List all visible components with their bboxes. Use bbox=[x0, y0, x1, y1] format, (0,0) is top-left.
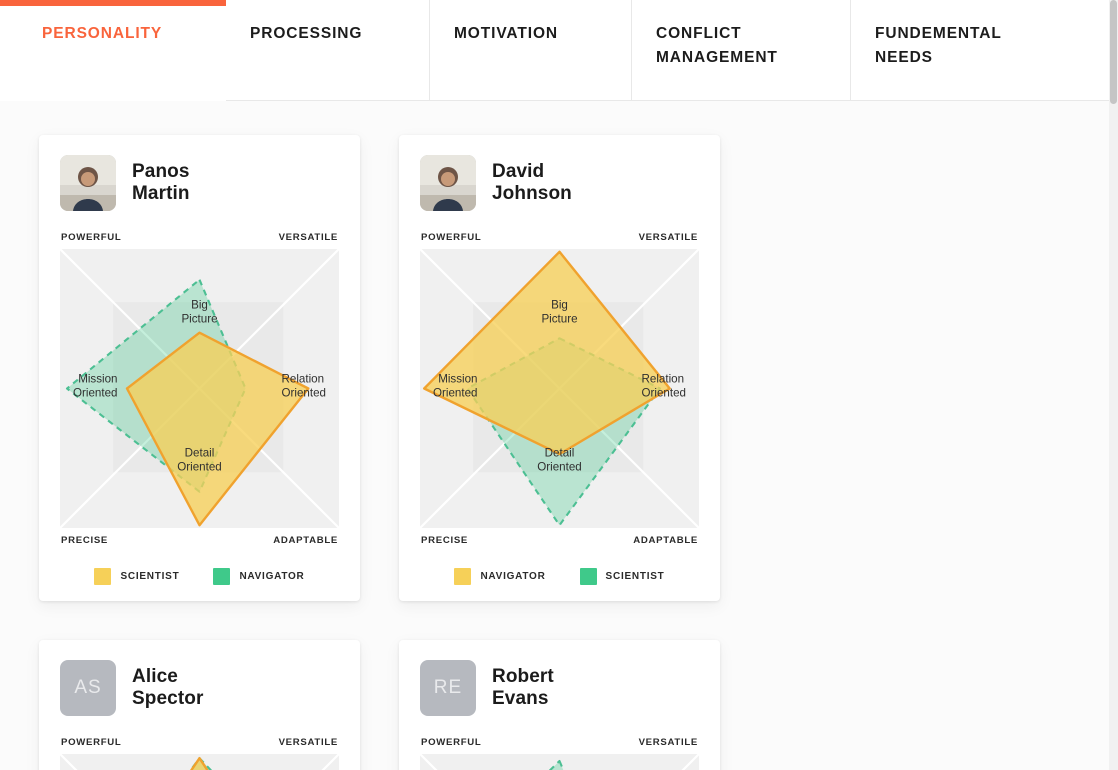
person-card-grid: Panos Martin POWERFUL VERSATILE Big Picture R… bbox=[0, 101, 1118, 770]
tab-processing[interactable]: PROCESSING bbox=[226, 0, 430, 101]
radar-chart: BigPictureRelationOrientedDetailOriented… bbox=[420, 754, 699, 770]
corner-label-powerful: POWERFUL bbox=[61, 232, 122, 243]
corner-label-adaptable: ADAPTABLE bbox=[633, 535, 698, 546]
chart-wrapper: POWERFUL VERSATILE BigPictureRelationOrien… bbox=[60, 737, 339, 770]
chart-corner-labels-bottom: PRECISE ADAPTABLE bbox=[60, 535, 339, 546]
person-card[interactable]: RE Robert Evans POWERFUL VERSATILE BigPictur… bbox=[399, 640, 720, 770]
avatar bbox=[420, 155, 476, 211]
avatar-photo bbox=[60, 155, 116, 211]
chart-corner-labels-top: POWERFUL VERSATILE bbox=[420, 737, 699, 748]
radar-axis-label-relation-oriented: Relation Oriented bbox=[282, 373, 326, 400]
tab-processing-label: PROCESSING bbox=[250, 25, 363, 42]
avatar-initials: AS bbox=[74, 677, 102, 698]
corner-label-powerful: POWERFUL bbox=[421, 737, 482, 748]
legend-swatch bbox=[213, 568, 231, 585]
chart-legend: SCIENTIST NAVIGATOR bbox=[60, 564, 339, 585]
corner-label-precise: PRECISE bbox=[421, 535, 469, 546]
chart-corner-labels-top: POWERFUL VERSATILE bbox=[60, 232, 339, 243]
radar-chart: BigPictureRelationOrientedDetailOriented… bbox=[60, 249, 339, 528]
radar-chart: BigPictureRelationOrientedDetailOriented… bbox=[60, 754, 339, 770]
tab-motivation[interactable]: MOTIVATION bbox=[430, 0, 632, 101]
chart-corner-labels-bottom: PRECISE ADAPTABLE bbox=[420, 535, 699, 546]
chart-corner-labels-top: POWERFUL VERSATILE bbox=[60, 737, 339, 748]
chart-wrapper: POWERFUL VERSATILE BigPictureRelationOrien… bbox=[420, 737, 699, 770]
tab-personality-label: PERSONALITY bbox=[42, 25, 163, 42]
legend-label: SCIENTIST bbox=[120, 571, 180, 582]
tab-conflict-management-label: CONFLICT MANAGEMENT bbox=[656, 25, 778, 67]
person-name: Panos Martin bbox=[132, 160, 190, 204]
legend-label: NAVIGATOR bbox=[239, 571, 305, 582]
corner-label-versatile: VERSATILE bbox=[278, 232, 338, 243]
tab-personality[interactable]: PERSONALITY bbox=[0, 0, 226, 101]
legend-item[interactable]: NAVIGATOR bbox=[454, 568, 545, 585]
avatar bbox=[60, 155, 116, 211]
legend-label: SCIENTIST bbox=[605, 571, 665, 582]
card-header: Panos Martin bbox=[60, 155, 339, 211]
page-scrollbar-thumb[interactable] bbox=[1110, 0, 1117, 104]
card-header: AS Alice Spector bbox=[60, 660, 339, 716]
tab-fundemental-needs-label: FUNDEMENTAL NEEDS bbox=[875, 25, 1002, 67]
person-card[interactable]: AS Alice Spector POWERFUL VERSATILE BigPictu… bbox=[39, 640, 360, 770]
chart-legend: NAVIGATOR SCIENTIST bbox=[420, 564, 699, 585]
card-header: David Johnson bbox=[420, 155, 699, 211]
tab-motivation-label: MOTIVATION bbox=[454, 25, 558, 42]
chart-corner-labels-top: POWERFUL VERSATILE bbox=[420, 232, 699, 243]
legend-swatch bbox=[579, 568, 597, 585]
corner-label-versatile: VERSATILE bbox=[638, 737, 698, 748]
corner-label-precise: PRECISE bbox=[61, 535, 109, 546]
person-name: Alice Spector bbox=[132, 665, 204, 709]
corner-label-versatile: VERSATILE bbox=[278, 737, 338, 748]
corner-label-adaptable: ADAPTABLE bbox=[273, 535, 338, 546]
card-header: RE Robert Evans bbox=[420, 660, 699, 716]
legend-item[interactable]: SCIENTIST bbox=[94, 568, 179, 585]
tab-conflict-management[interactable]: CONFLICT MANAGEMENT bbox=[632, 0, 851, 101]
legend-item[interactable]: SCIENTIST bbox=[579, 568, 665, 585]
radar-axis-label-mission-oriented: Mission Oriented bbox=[433, 373, 477, 400]
person-card[interactable]: Panos Martin POWERFUL VERSATILE Big Picture R… bbox=[39, 135, 360, 601]
legend-item[interactable]: NAVIGATOR bbox=[213, 568, 304, 585]
tab-fundemental-needs[interactable]: FUNDEMENTAL NEEDS bbox=[851, 0, 1118, 101]
legend-swatch bbox=[454, 568, 472, 585]
radar-axis-label-mission-oriented: Mission Oriented bbox=[73, 373, 117, 400]
radar-axis-label-relation-oriented: Relation Oriented bbox=[642, 373, 686, 400]
avatar: RE bbox=[420, 660, 476, 716]
corner-label-versatile: VERSATILE bbox=[638, 232, 698, 243]
legend-label: NAVIGATOR bbox=[480, 571, 546, 582]
tab-bar: PERSONALITY PROCESSING MOTIVATION CONFLI… bbox=[0, 0, 1118, 101]
legend-swatch bbox=[94, 568, 112, 585]
radar-chart: BigPictureRelationOrientedDetailOriented… bbox=[420, 249, 699, 528]
chart-wrapper: POWERFUL VERSATILE BigPictureRelationOrien… bbox=[60, 232, 339, 546]
avatar: AS bbox=[60, 660, 116, 716]
corner-label-powerful: POWERFUL bbox=[61, 737, 122, 748]
avatar-photo bbox=[420, 155, 476, 211]
page-scrollbar-track[interactable] bbox=[1109, 0, 1118, 770]
person-card[interactable]: David Johnson POWERFUL VERSATILE Big Picture… bbox=[399, 135, 720, 601]
corner-label-powerful: POWERFUL bbox=[421, 232, 482, 243]
avatar-initials: RE bbox=[433, 677, 463, 698]
person-name: Robert Evans bbox=[492, 665, 554, 709]
chart-wrapper: POWERFUL VERSATILE BigPictureRelationOrien… bbox=[420, 232, 699, 546]
person-name: David Johnson bbox=[492, 160, 572, 204]
app-page: PERSONALITY PROCESSING MOTIVATION CONFLI… bbox=[0, 0, 1118, 770]
